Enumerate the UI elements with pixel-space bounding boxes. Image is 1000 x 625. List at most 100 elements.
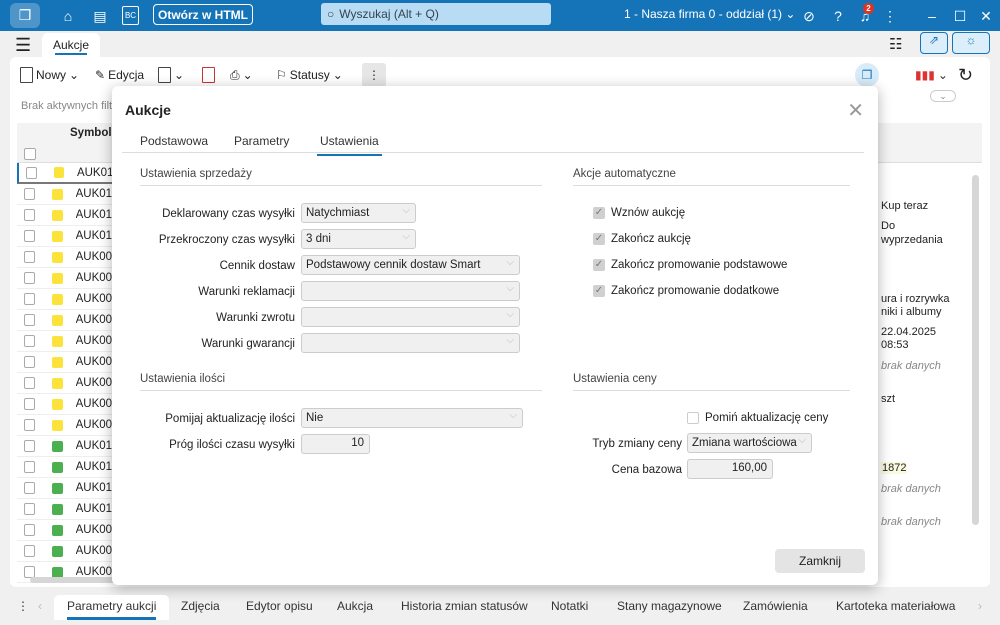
bottom-tab[interactable]: Notatki [551,599,588,613]
end-basic-promo-checkbox[interactable]: ✓ Zakończ promowanie podstawowe [593,259,787,271]
warranty-select[interactable] [301,333,520,353]
more-tools-button[interactable]: ⋮ [362,63,386,87]
table-row[interactable]: AUK013 [17,163,113,184]
more-icon[interactable]: ⋮ [880,6,900,26]
row-checkbox[interactable] [24,545,36,557]
table-row[interactable]: AUK006 [17,310,113,331]
end-auction-checkbox[interactable]: ✓ Zakończ aukcję [593,233,691,245]
bottom-tab[interactable]: Zdjęcia [181,599,220,613]
table-row[interactable]: AUK008 [17,541,113,562]
base-price-input[interactable]: 160,00 [687,459,773,479]
more-tabs-icon[interactable]: ⋮ [17,599,29,613]
skip-qty-select[interactable]: Nie [301,408,523,428]
table-row[interactable]: AUK012 [17,457,113,478]
bottom-tab[interactable]: Stany magazynowe [617,599,722,613]
row-checkbox[interactable] [24,377,36,389]
row-checkbox[interactable] [24,272,36,284]
table-row[interactable]: AUK011 [17,478,113,499]
search-input[interactable]: ○ Wyszukaj (Alt + Q) [321,3,551,25]
row-checkbox[interactable] [24,482,36,494]
row-checkbox[interactable] [24,314,36,326]
table-row[interactable]: AUK011 [17,205,113,226]
row-checkbox[interactable] [24,419,36,431]
complaint-select[interactable] [301,281,520,301]
table-row[interactable]: AUK009 [17,247,113,268]
pricelist-select[interactable]: Podstawowy cennik dostaw Smart [301,255,520,275]
home-icon[interactable]: ⌂ [58,6,78,26]
chevron-right-icon[interactable]: › [978,599,982,613]
document-list-icon[interactable]: ▤ [90,6,110,26]
bottom-tab[interactable]: Aukcja [337,599,373,613]
row-checkbox[interactable] [24,398,36,410]
table-row[interactable]: AUK012 [17,184,113,205]
row-checkbox[interactable] [24,209,36,221]
chevron-left-icon[interactable]: ‹ [38,599,42,613]
table-row[interactable]: AUK010 [17,226,113,247]
row-checkbox[interactable] [26,166,38,179]
close-icon[interactable]: ✕ [847,98,864,123]
row-checkbox[interactable] [24,356,36,368]
table-row[interactable]: AUK005 [17,331,113,352]
row-checkbox[interactable] [24,461,36,473]
declared-time-select[interactable]: Natychmiast [301,203,416,223]
close-window-icon[interactable]: ✕ [976,6,996,26]
app-logo-icon[interactable]: ❒ [10,3,40,28]
bottom-tab[interactable]: Edytor opisu [246,599,313,613]
resume-auction-checkbox[interactable]: ✓ Wznów aukcję [593,207,685,219]
print-button[interactable]: ⎙ ⌄ [230,65,253,85]
vertical-scrollbar[interactable] [972,175,979,525]
bottom-tab[interactable]: Parametry aukcji [54,595,170,620]
table-row[interactable]: AUK003 [17,373,113,394]
mute-icon[interactable]: ⊘ [799,6,819,26]
exceeded-time-select[interactable]: 3 dni [301,229,416,249]
minimize-icon[interactable]: – [922,6,942,26]
bottom-tab[interactable]: Historia zmian statusów [401,599,528,613]
help-icon[interactable]: ? [828,6,848,26]
threshold-input[interactable]: 10 [301,434,370,454]
open-html-button[interactable]: Otwórz w HTML [153,4,253,25]
column-symbol[interactable]: Symbol [70,127,112,139]
columns-icon[interactable]: ☷ [889,35,902,53]
table-row[interactable]: AUK008 [17,268,113,289]
table-row[interactable]: AUK004 [17,352,113,373]
tab-parametry[interactable]: Parametry [234,134,289,148]
row-checkbox[interactable] [24,335,36,347]
bottom-tab[interactable]: Kartoteka materiałowa [836,599,955,613]
tab-aukcje[interactable]: Aukcje [42,33,100,57]
expand-filter-icon[interactable]: ⌄ [930,90,956,102]
tab-podstawowa[interactable]: Podstawowa [140,134,208,148]
select-all-checkbox[interactable] [24,148,36,160]
row-checkbox[interactable] [24,503,36,515]
info-button[interactable]: ⌄ [158,65,184,85]
row-checkbox[interactable] [24,524,36,536]
skip-price-checkbox[interactable]: Pomiń aktualizację ceny [687,412,828,424]
row-checkbox[interactable] [24,188,36,200]
end-extra-promo-checkbox[interactable]: ✓ Zakończ promowanie dodatkowe [593,285,779,297]
table-row[interactable]: AUK013 [17,436,113,457]
share-icon[interactable]: ⇗ [920,32,948,54]
horizontal-scrollbar[interactable] [30,577,120,583]
new-button[interactable]: Nowy ⌄ [20,65,79,85]
bottom-tab[interactable]: Zamówienia [743,599,808,613]
return-select[interactable] [301,307,520,327]
row-checkbox[interactable] [24,293,36,305]
table-row[interactable]: AUK001 [17,415,113,436]
delete-button[interactable] [202,65,215,85]
statuses-button[interactable]: ⚐ Statusy ⌄ [276,65,343,85]
menu-icon[interactable]: ☰ [15,35,31,56]
bc-icon[interactable]: BC [122,6,139,25]
view-toggle-icon[interactable]: ❒ [855,63,879,87]
table-row[interactable]: AUK010 [17,499,113,520]
table-row[interactable]: AUK002 [17,394,113,415]
theme-icon[interactable]: ☼ [952,32,990,54]
price-mode-select[interactable]: Zmiana wartościowa [687,433,812,453]
edit-button[interactable]: ✎ Edycja [95,65,144,85]
refresh-icon[interactable]: ↻ [958,65,973,85]
chart-icon[interactable]: ▮▮▮ ⌄ [915,65,948,85]
company-selector[interactable]: 1 - Nasza firma 0 - oddział (1) ⌄ [624,7,795,21]
row-checkbox[interactable] [24,251,36,263]
table-row[interactable]: AUK007 [17,289,113,310]
row-checkbox[interactable] [24,230,36,242]
close-button[interactable]: Zamknij [775,549,865,573]
row-checkbox[interactable] [24,440,36,452]
